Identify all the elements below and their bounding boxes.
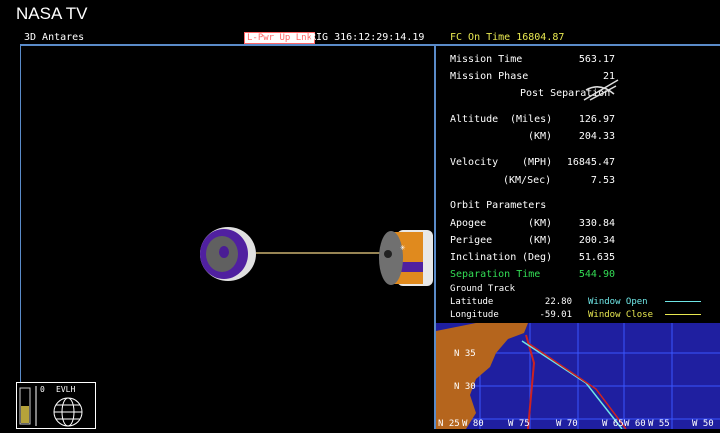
- lon-label-50: W 50: [692, 419, 714, 429]
- fc-on-time: FC On Time 16804.87: [450, 32, 565, 43]
- inclination-label: Inclination: [450, 252, 517, 263]
- perigee-value: 200.34: [578, 235, 615, 246]
- cygnus-capsule-icon: ✳: [379, 230, 433, 286]
- perigee-label: Perigee: [450, 235, 493, 246]
- velocity-mph-value: 16845.47: [566, 157, 615, 168]
- rig-clock: RIG 316:12:29:14.19: [310, 32, 425, 43]
- longitude-value: -59.01: [539, 310, 572, 320]
- viewport-title: 3D Antares: [24, 32, 85, 43]
- lon-label-55: W 55: [648, 419, 670, 429]
- separation-time-value: 544.90: [578, 269, 615, 280]
- altitude-km-unit: (KM): [528, 131, 553, 142]
- gauge-fill: [21, 406, 29, 423]
- velocity-kms-unit: (KM/Sec): [503, 175, 552, 186]
- spacecraft-separation-graphic: ✳: [200, 227, 433, 286]
- velocity-kms-value: 7.53: [590, 175, 615, 186]
- lon-label-65: W 65: [602, 419, 624, 429]
- lon-label-75: W 75: [508, 419, 530, 429]
- lon-label-70: W 70: [556, 419, 578, 429]
- inclination-unit: (Deg): [522, 252, 553, 263]
- inclination-value: 51.635: [578, 252, 615, 263]
- window-close-label: Window Close: [588, 310, 654, 320]
- lon-label-80: W 80: [462, 419, 484, 429]
- ground-track-map: N 35 N 30 N 25 W 80 W 75 W 70 W 65 W 60 …: [436, 323, 720, 429]
- orbit-parameters-header: Orbit Parameters: [450, 200, 547, 211]
- mission-time-value: 563.17: [578, 54, 615, 65]
- latitude-label: Latitude: [450, 297, 494, 307]
- altitude-miles-value: 126.97: [578, 114, 615, 125]
- nasa-tv-logo: NASA TV: [16, 4, 88, 23]
- perigee-unit: (KM): [528, 235, 553, 246]
- lat-label-35: N 35: [454, 349, 476, 359]
- altitude-label: Altitude: [450, 114, 499, 125]
- svg-text:✳: ✳: [400, 243, 406, 253]
- window-close-legend-line: [665, 314, 701, 315]
- apogee-unit: (KM): [528, 218, 553, 229]
- mission-time-label: Mission Time: [450, 54, 523, 65]
- window-open-label: Window Open: [588, 297, 648, 307]
- velocity-label: Velocity: [450, 157, 499, 168]
- altitude-km-value: 204.33: [578, 131, 615, 142]
- window-open-legend-line: [665, 301, 701, 302]
- apogee-value: 330.84: [578, 218, 615, 229]
- latitude-value: 22.80: [544, 297, 572, 307]
- attitude-mini-widget: 0 EVLH: [16, 382, 96, 429]
- longitude-label: Longitude: [450, 310, 499, 320]
- gauge-value: 0: [40, 385, 45, 394]
- evlh-label: EVLH: [56, 385, 75, 394]
- altitude-miles-unit: (Miles): [510, 114, 553, 125]
- lat-label-30: N 30: [454, 382, 476, 392]
- uplink-status-badge: L-Pwr Up Lnk: [244, 32, 316, 44]
- lat-label-25: N 25: [438, 419, 460, 429]
- orbital-logo-icon: [583, 79, 619, 101]
- mission-phase-label: Mission Phase: [450, 71, 529, 82]
- lon-label-60: W 60: [624, 419, 646, 429]
- upper-stage-icon: [200, 227, 256, 281]
- separation-time-label: Separation Time: [450, 269, 541, 280]
- ground-track-header: Ground Track: [450, 284, 516, 294]
- apogee-label: Apogee: [450, 218, 487, 229]
- velocity-mph-unit: (MPH): [522, 157, 553, 168]
